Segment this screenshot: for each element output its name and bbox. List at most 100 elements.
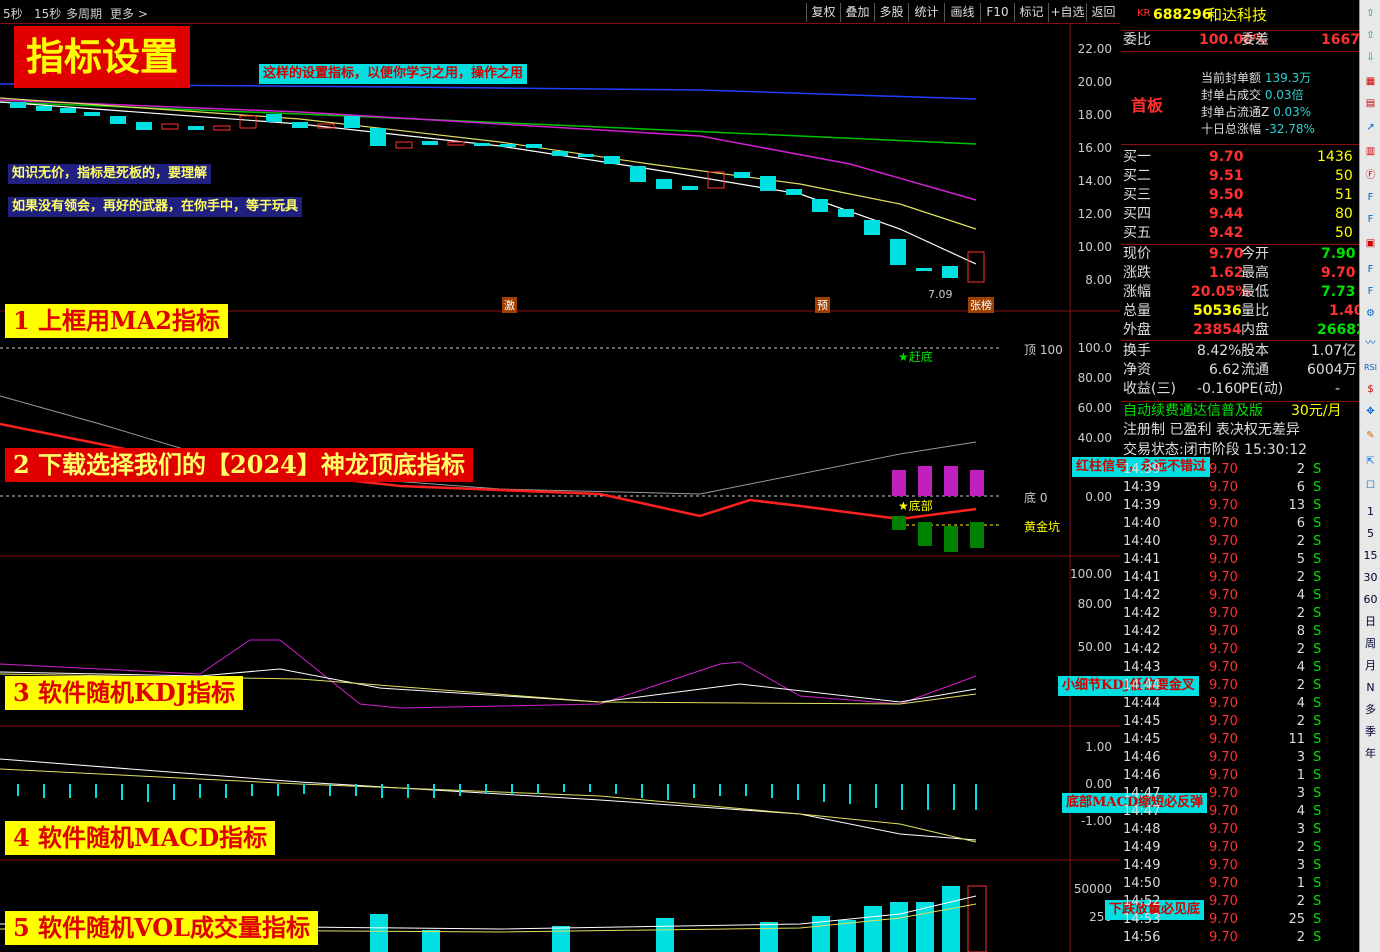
- dollar-icon[interactable]: $: [1362, 382, 1379, 397]
- tick-cell: 4: [1296, 660, 1305, 675]
- side-period-8[interactable]: N: [1362, 680, 1379, 695]
- tick-cell: 1: [1296, 768, 1305, 783]
- tick-row: 14:42 9.70 4 S: [1121, 587, 1359, 605]
- tick-cell: S: [1313, 786, 1322, 801]
- arrow-up-icon[interactable]: ⇧: [1362, 6, 1379, 21]
- stat-label: 最高: [1241, 265, 1269, 281]
- side-period-10[interactable]: 季: [1362, 724, 1379, 739]
- tick-cell: 9.70: [1209, 498, 1238, 513]
- tick-row: 14:40 9.70 2 S: [1121, 533, 1359, 551]
- buy-label: 买一: [1123, 149, 1151, 165]
- tick-cell: 14:56: [1123, 930, 1161, 945]
- arrow-up-icon[interactable]: ⇧: [1362, 28, 1379, 43]
- price-tick: 22.00: [1077, 42, 1112, 56]
- side-period-9[interactable]: 多: [1362, 702, 1379, 717]
- stat-value: 9.70: [1209, 246, 1244, 262]
- ad-line-1[interactable]: 自动续费通达信普及版: [1123, 402, 1263, 421]
- pencil-icon[interactable]: ✎: [1362, 428, 1379, 443]
- period-5s[interactable]: 5秒: [3, 5, 23, 22]
- tick-cell: 9.70: [1209, 570, 1238, 585]
- side-period-11[interactable]: 年: [1362, 746, 1379, 761]
- stat-value: 6.62: [1209, 362, 1241, 378]
- table-icon[interactable]: ▥: [1362, 144, 1379, 159]
- side-period-5[interactable]: 日: [1362, 614, 1379, 629]
- period-multi[interactable]: 多周期: [66, 5, 102, 22]
- gold-pit-mark: 黄金坑: [1024, 520, 1061, 534]
- tick-cell: 14:41: [1123, 570, 1161, 585]
- f11-icon[interactable]: F: [1362, 212, 1379, 227]
- seal-label: 十日总涨幅: [1201, 122, 1262, 136]
- side-period-4[interactable]: 60: [1362, 592, 1379, 607]
- rsi-icon[interactable]: RSI: [1362, 360, 1379, 375]
- tick-cell: 2: [1296, 714, 1305, 729]
- cursor-icon[interactable]: ⇱: [1362, 454, 1379, 469]
- line-chart-icon[interactable]: ↗: [1362, 120, 1379, 135]
- btn-fuquan[interactable]: 复权: [806, 3, 840, 22]
- tick-cell: 14:49: [1123, 858, 1161, 873]
- arrow-down-icon[interactable]: ⇩: [1362, 50, 1379, 65]
- side-period-3[interactable]: 30: [1362, 570, 1379, 585]
- ad-line-2: 注册制 已盈利 表决权无差异: [1123, 422, 1300, 438]
- wave-icon[interactable]: 〰: [1362, 336, 1379, 351]
- tick-cell: S: [1313, 750, 1322, 765]
- chart-icon[interactable]: ▦: [1362, 74, 1379, 89]
- tick-row: 14:45 9.70 11 S: [1121, 731, 1359, 749]
- btn-fanhui[interactable]: 返回: [1086, 3, 1120, 22]
- f13-icon[interactable]: F: [1362, 284, 1379, 299]
- tick-cell: 9.70: [1209, 840, 1238, 855]
- f-icon[interactable]: Ⓕ: [1362, 168, 1379, 183]
- tick-cell: 9.70: [1209, 750, 1238, 765]
- side-period-1[interactable]: 5: [1362, 526, 1379, 541]
- side-period-7[interactable]: 月: [1362, 658, 1379, 673]
- tick-cell: 9.70: [1209, 804, 1238, 819]
- tick-cell: 14:46: [1123, 750, 1161, 765]
- chat-icon[interactable]: ☐: [1362, 478, 1379, 493]
- stat-value: 8.42%: [1197, 343, 1242, 359]
- tick-cell: S: [1313, 840, 1322, 855]
- stat-label: 内盘: [1241, 322, 1269, 338]
- tick-cell: S: [1313, 570, 1322, 585]
- btn-f10[interactable]: F10: [980, 3, 1014, 22]
- seal-label: 封单占流通Z: [1201, 105, 1270, 119]
- buy-vol: 50: [1335, 168, 1353, 184]
- tick-cell: 14:46: [1123, 768, 1161, 783]
- side-period-6[interactable]: 周: [1362, 636, 1379, 651]
- f12-icon[interactable]: F: [1362, 262, 1379, 277]
- stat-label: 量比: [1241, 303, 1269, 319]
- tick-cell: 14:47: [1123, 786, 1161, 801]
- ind-tick: 100.0: [1077, 341, 1112, 355]
- btn-biaoji[interactable]: 标记: [1014, 3, 1048, 22]
- tick-cell: 9.70: [1209, 516, 1238, 531]
- btn-zixuan[interactable]: +自选: [1048, 3, 1086, 22]
- tick-cell: 14:42: [1123, 624, 1161, 639]
- kdj-tick: 80.00: [1077, 597, 1112, 611]
- stat-value: -0.160: [1197, 381, 1243, 397]
- move-icon[interactable]: ✥: [1362, 404, 1379, 419]
- buy-price: 9.42: [1209, 225, 1244, 241]
- f10-icon[interactable]: F: [1362, 190, 1379, 205]
- step-3-label: 3 软件随机KDJ指标: [5, 676, 244, 710]
- code-prefix: KR: [1137, 8, 1151, 19]
- tick-row: 14:42 9.70 2 S: [1121, 641, 1359, 659]
- low-price-mark: 7.09: [928, 288, 953, 301]
- grid-icon[interactable]: ▤: [1362, 96, 1379, 111]
- settings-icon[interactable]: ⚙: [1362, 306, 1379, 321]
- buy-price: 9.50: [1209, 187, 1244, 203]
- tick-cell: S: [1313, 534, 1322, 549]
- btn-huaxian[interactable]: 画线: [944, 3, 980, 22]
- btn-duogu[interactable]: 多股: [874, 3, 908, 22]
- btn-tongji[interactable]: 统计: [908, 3, 944, 22]
- tick-cell: 14:45: [1123, 732, 1161, 747]
- vol-tick: 50000: [1073, 882, 1112, 896]
- info-icon[interactable]: ▣: [1362, 236, 1379, 251]
- side-period-0[interactable]: 1: [1362, 504, 1379, 519]
- tick-cell: 13: [1288, 498, 1305, 513]
- mark-ji: 激: [502, 297, 517, 313]
- tick-cell: S: [1313, 768, 1322, 783]
- price-tick: 20.00: [1077, 75, 1112, 89]
- period-15s[interactable]: 15秒: [34, 5, 61, 22]
- period-more[interactable]: 更多 >: [110, 5, 148, 22]
- side-period-2[interactable]: 15: [1362, 548, 1379, 563]
- tick-cell: S: [1313, 714, 1322, 729]
- btn-diejia[interactable]: 叠加: [840, 3, 874, 22]
